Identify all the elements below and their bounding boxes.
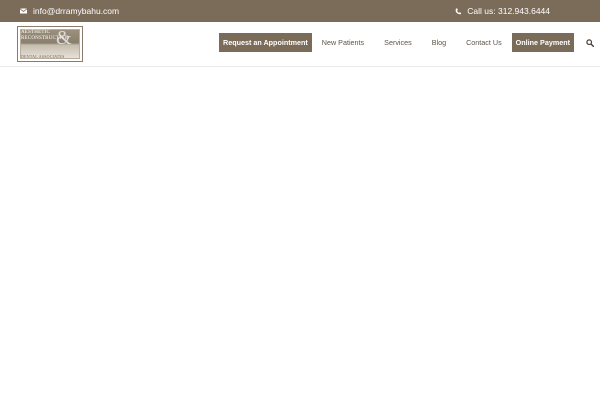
- main-nav: Request an Appointment New Patients Serv…: [219, 33, 594, 52]
- logo-line-3: DENTAL ASSOCIATES: [21, 54, 65, 59]
- nav-services[interactable]: Services: [374, 38, 422, 47]
- online-payment-button[interactable]: Online Payment: [511, 33, 574, 52]
- nav-blog[interactable]: Blog: [422, 38, 456, 47]
- search-icon[interactable]: [586, 38, 594, 47]
- site-logo[interactable]: AESTHETIC RECONSTRUCTIVE & DENTAL ASSOCI…: [17, 26, 83, 62]
- email-text: info@drramybahu.com: [33, 6, 120, 16]
- email-link[interactable]: info@drramybahu.com: [20, 6, 119, 16]
- envelope-icon: [20, 8, 27, 14]
- phone-link[interactable]: Call us: 312.943.6444: [455, 6, 550, 16]
- nav-new-patients[interactable]: New Patients: [312, 38, 374, 47]
- nav-contact-us[interactable]: Contact Us: [456, 38, 512, 47]
- phone-icon: [455, 8, 462, 15]
- phone-text: Call us: 312.943.6444: [467, 6, 550, 16]
- logo-line-1: AESTHETIC: [21, 30, 51, 35]
- logo-ampersand: &: [56, 27, 72, 49]
- request-appointment-button[interactable]: Request an Appointment: [219, 33, 312, 52]
- top-bar: info@drramybahu.com Call us: 312.943.644…: [0, 0, 600, 22]
- site-header: AESTHETIC RECONSTRUCTIVE & DENTAL ASSOCI…: [0, 22, 600, 67]
